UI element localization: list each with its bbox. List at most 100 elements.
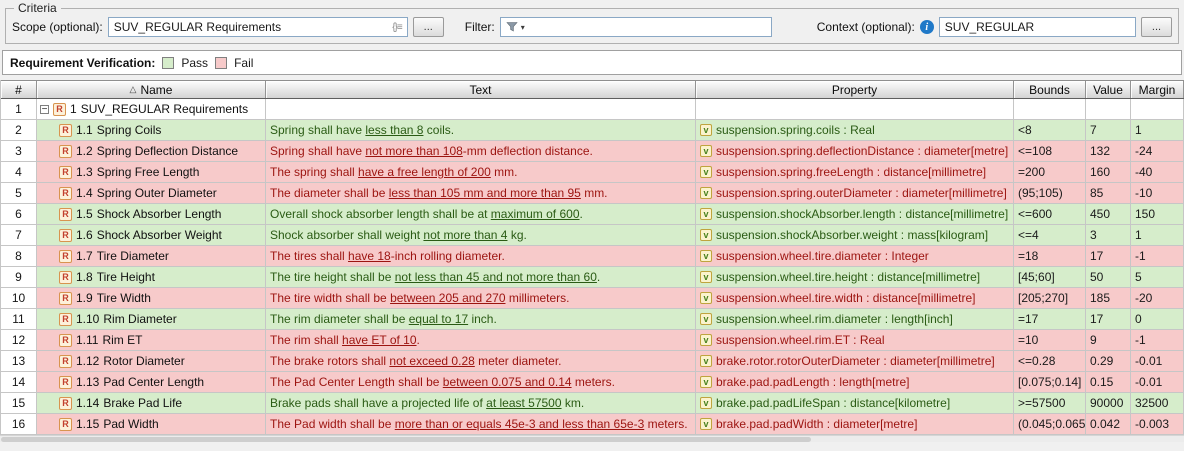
bounds-cell[interactable]: <8	[1014, 120, 1086, 141]
value-cell[interactable]: 85	[1086, 183, 1131, 204]
horizontal-scrollbar[interactable]	[0, 435, 1184, 442]
requirement-text-cell[interactable]: Overall shock absorber length shall be a…	[266, 204, 696, 225]
table-row[interactable]: 14 R 1.13 Pad Center Length The Pad Cent…	[1, 372, 1184, 393]
requirement-name-cell[interactable]: R 1.14 Brake Pad Life	[37, 393, 266, 414]
margin-cell[interactable]: -0.01	[1131, 351, 1184, 372]
bounds-cell[interactable]: <=600	[1014, 204, 1086, 225]
value-cell[interactable]: 9	[1086, 330, 1131, 351]
margin-cell[interactable]: -1	[1131, 246, 1184, 267]
requirement-name-cell[interactable]: R 1.13 Pad Center Length	[37, 372, 266, 393]
value-cell[interactable]: 132	[1086, 141, 1131, 162]
bounds-cell[interactable]: <=108	[1014, 141, 1086, 162]
requirement-text-cell[interactable]: Spring shall have not more than 108-mm d…	[266, 141, 696, 162]
requirement-text-cell[interactable]: The tire height shall be not less than 4…	[266, 267, 696, 288]
value-cell[interactable]: 17	[1086, 246, 1131, 267]
value-cell[interactable]: 160	[1086, 162, 1131, 183]
column-header-margin[interactable]: Margin	[1131, 81, 1184, 98]
value-cell[interactable]: 0.29	[1086, 351, 1131, 372]
property-cell[interactable]: v brake.rotor.rotorOuterDiameter : diame…	[696, 351, 1014, 372]
margin-cell[interactable]: -1	[1131, 330, 1184, 351]
requirement-text-cell[interactable]: The rim diameter shall be equal to 17 in…	[266, 309, 696, 330]
table-row[interactable]: 7 R 1.6 Shock Absorber Weight Shock abso…	[1, 225, 1184, 246]
bounds-cell[interactable]: [205;270]	[1014, 288, 1086, 309]
requirement-name-cell[interactable]: R 1.2 Spring Deflection Distance	[37, 141, 266, 162]
requirement-text-cell[interactable]: The spring shall have a free length of 2…	[266, 162, 696, 183]
requirement-text-cell[interactable]: The rim shall have ET of 10.	[266, 330, 696, 351]
scope-template-icon[interactable]: {}≡	[392, 22, 402, 33]
bounds-cell[interactable]: (95;105)	[1014, 183, 1086, 204]
margin-cell[interactable]: 32500	[1131, 393, 1184, 414]
property-cell[interactable]: v suspension.wheel.rim.diameter : length…	[696, 309, 1014, 330]
value-cell[interactable]: 50	[1086, 267, 1131, 288]
value-cell[interactable]: 7	[1086, 120, 1131, 141]
requirement-name-cell[interactable]: R 1.15 Pad Width	[37, 414, 266, 435]
horizontal-scrollbar-thumb[interactable]	[1, 437, 811, 442]
property-cell[interactable]: v suspension.wheel.tire.diameter : Integ…	[696, 246, 1014, 267]
scope-browse-button[interactable]: ...	[413, 17, 444, 37]
margin-cell[interactable]: 1	[1131, 225, 1184, 246]
column-header-name[interactable]: △Name	[37, 81, 266, 98]
bounds-cell[interactable]: =17	[1014, 309, 1086, 330]
column-header-number[interactable]: #	[1, 81, 37, 98]
table-row[interactable]: 6 R 1.5 Shock Absorber Length Overall sh…	[1, 204, 1184, 225]
table-row[interactable]: 10 R 1.9 Tire Width The tire width shall…	[1, 288, 1184, 309]
filter-input[interactable]: ▾	[500, 17, 772, 37]
bounds-cell[interactable]: =200	[1014, 162, 1086, 183]
column-header-value[interactable]: Value	[1086, 81, 1131, 98]
property-cell[interactable]: v suspension.shockAbsorber.weight : mass…	[696, 225, 1014, 246]
requirement-text-cell[interactable]: The tire width shall be between 205 and …	[266, 288, 696, 309]
requirement-name-cell[interactable]: R 1.12 Rotor Diameter	[37, 351, 266, 372]
value-cell[interactable]: 17	[1086, 309, 1131, 330]
bounds-cell[interactable]: (0.045;0.065)	[1014, 414, 1086, 435]
requirement-text-cell[interactable]: The tires shall have 18-inch rolling dia…	[266, 246, 696, 267]
margin-cell[interactable]: -40	[1131, 162, 1184, 183]
table-row[interactable]: 1 − R 1 SUV_REGULAR Requirements	[1, 99, 1184, 120]
table-row[interactable]: 8 R 1.7 Tire Diameter The tires shall ha…	[1, 246, 1184, 267]
property-cell[interactable]: v brake.pad.padLifeSpan : distance[kilom…	[696, 393, 1014, 414]
bounds-cell[interactable]: =10	[1014, 330, 1086, 351]
margin-cell[interactable]	[1131, 99, 1184, 120]
margin-cell[interactable]: -20	[1131, 288, 1184, 309]
filter-funnel-icon[interactable]	[506, 21, 518, 33]
expand-collapse-icon[interactable]: −	[40, 105, 49, 114]
requirement-name-cell[interactable]: R 1.11 Rim ET	[37, 330, 266, 351]
value-cell[interactable]: 90000	[1086, 393, 1131, 414]
requirement-text-cell[interactable]: The brake rotors shall not exceed 0.28 m…	[266, 351, 696, 372]
bounds-cell[interactable]	[1014, 99, 1086, 120]
requirement-name-cell[interactable]: R 1.7 Tire Diameter	[37, 246, 266, 267]
margin-cell[interactable]: -24	[1131, 141, 1184, 162]
property-cell[interactable]: v suspension.wheel.rim.ET : Real	[696, 330, 1014, 351]
margin-cell[interactable]: -10	[1131, 183, 1184, 204]
requirement-text-cell[interactable]: The Pad width shall be more than or equa…	[266, 414, 696, 435]
property-cell[interactable]: v brake.pad.padLength : length[metre]	[696, 372, 1014, 393]
property-cell[interactable]: v brake.pad.padWidth : diameter[metre]	[696, 414, 1014, 435]
column-header-text[interactable]: Text	[266, 81, 696, 98]
bounds-cell[interactable]: [0.075;0.14]	[1014, 372, 1086, 393]
filter-dropdown-caret[interactable]: ▾	[521, 23, 525, 32]
value-cell[interactable]: 0.15	[1086, 372, 1131, 393]
sort-ascending-icon[interactable]: △	[130, 84, 137, 95]
margin-cell[interactable]: 5	[1131, 267, 1184, 288]
value-cell[interactable]: 3	[1086, 225, 1131, 246]
property-cell[interactable]: v suspension.spring.outerDiameter : diam…	[696, 183, 1014, 204]
requirement-name-cell[interactable]: R 1.8 Tire Height	[37, 267, 266, 288]
margin-cell[interactable]: -0.01	[1131, 372, 1184, 393]
requirement-text-cell[interactable]: Spring shall have less than 8 coils.	[266, 120, 696, 141]
bounds-cell[interactable]: >=57500	[1014, 393, 1086, 414]
requirement-text-cell[interactable]	[266, 99, 696, 120]
table-row[interactable]: 15 R 1.14 Brake Pad Life Brake pads shal…	[1, 393, 1184, 414]
value-cell[interactable]: 0.042	[1086, 414, 1131, 435]
margin-cell[interactable]: 1	[1131, 120, 1184, 141]
property-cell[interactable]: v suspension.shockAbsorber.length : dist…	[696, 204, 1014, 225]
requirement-name-cell[interactable]: R 1.6 Shock Absorber Weight	[37, 225, 266, 246]
table-row[interactable]: 4 R 1.3 Spring Free Length The spring sh…	[1, 162, 1184, 183]
requirement-text-cell[interactable]: Shock absorber shall weight not more tha…	[266, 225, 696, 246]
requirement-name-cell[interactable]: R 1.5 Shock Absorber Length	[37, 204, 266, 225]
table-row[interactable]: 11 R 1.10 Rim Diameter The rim diameter …	[1, 309, 1184, 330]
bounds-cell[interactable]: <=4	[1014, 225, 1086, 246]
bounds-cell[interactable]: =18	[1014, 246, 1086, 267]
table-row[interactable]: 2 R 1.1 Spring Coils Spring shall have l…	[1, 120, 1184, 141]
requirement-name-cell[interactable]: R 1.10 Rim Diameter	[37, 309, 266, 330]
column-header-bounds[interactable]: Bounds	[1014, 81, 1086, 98]
property-cell[interactable]: v suspension.spring.freeLength : distanc…	[696, 162, 1014, 183]
